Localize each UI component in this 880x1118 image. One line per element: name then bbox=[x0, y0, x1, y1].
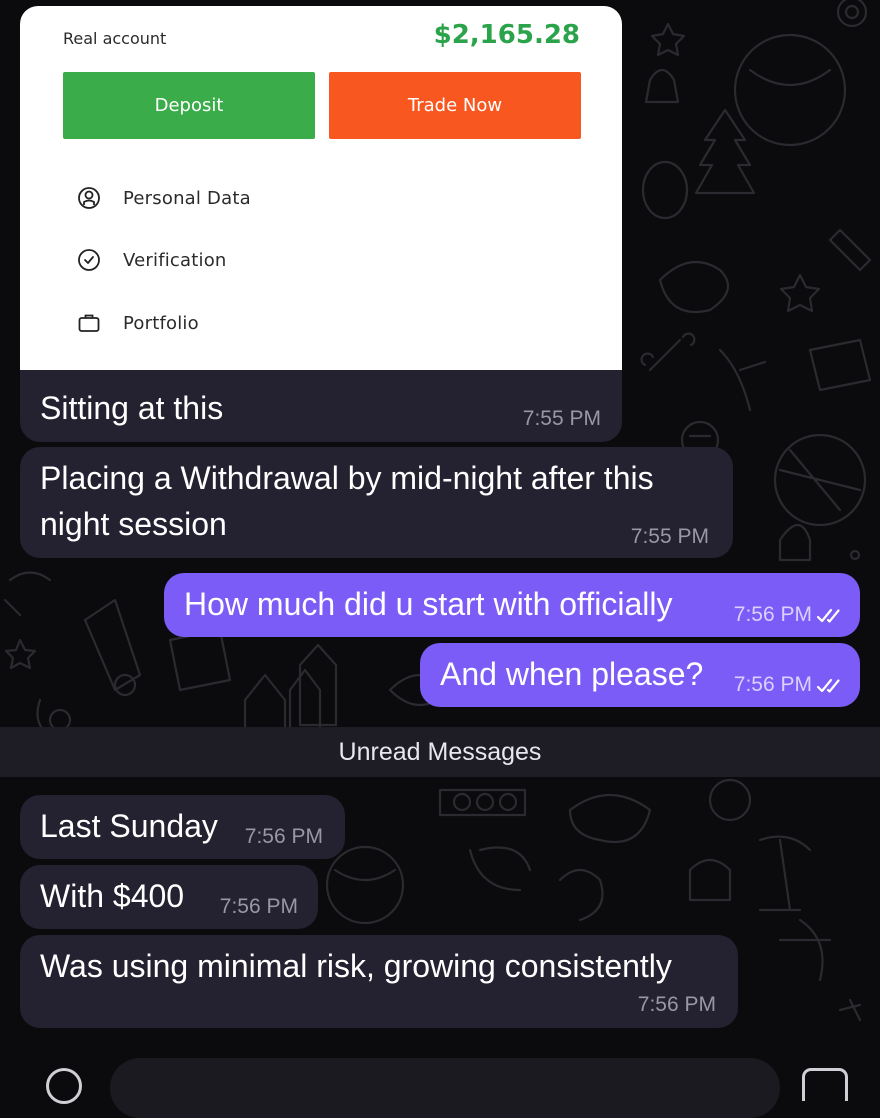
message-text: Sitting at this bbox=[40, 390, 224, 426]
menu-item-portfolio[interactable]: Portfolio bbox=[76, 308, 199, 338]
message-time: 7:56 PM bbox=[244, 825, 323, 848]
forwarded-screenshot[interactable]: Real account $2,165.28 Deposit Trade Now… bbox=[20, 6, 622, 370]
sticker-icon[interactable] bbox=[802, 1068, 848, 1101]
account-balance: $2,165.28 bbox=[433, 20, 580, 50]
message-time: 7:55 PM bbox=[522, 407, 601, 430]
attach-icon[interactable] bbox=[46, 1068, 82, 1104]
trade-now-button[interactable]: Trade Now bbox=[329, 72, 581, 139]
message-time: 7:55 PM bbox=[630, 525, 709, 548]
double-check-icon bbox=[816, 608, 840, 623]
deposit-button[interactable]: Deposit bbox=[63, 72, 315, 139]
menu-item-personal-data[interactable]: Personal Data bbox=[76, 183, 251, 213]
incoming-message[interactable]: With $400 7:56 PM bbox=[20, 865, 318, 929]
menu-item-label: Portfolio bbox=[123, 312, 199, 334]
menu-item-label: Verification bbox=[123, 249, 227, 271]
message-time: 7:56 PM bbox=[637, 993, 716, 1016]
message-input[interactable] bbox=[110, 1058, 780, 1118]
user-circle-icon bbox=[76, 185, 102, 211]
unread-messages-divider: Unread Messages bbox=[0, 727, 880, 777]
incoming-message[interactable]: Placing a Withdrawal by mid-night after … bbox=[20, 447, 733, 558]
menu-item-verification[interactable]: Verification bbox=[76, 245, 227, 275]
message-text: How much did u start with officially bbox=[184, 586, 673, 622]
message-time: 7:56 PM bbox=[733, 603, 812, 626]
outgoing-message[interactable]: How much did u start with officially 7:5… bbox=[164, 573, 860, 637]
incoming-message[interactable]: Was using minimal risk, growing consiste… bbox=[20, 935, 738, 1028]
message-time: 7:56 PM bbox=[733, 673, 812, 696]
menu-item-label: Personal Data bbox=[123, 187, 251, 209]
check-circle-icon bbox=[76, 247, 102, 273]
double-check-icon bbox=[816, 678, 840, 693]
incoming-message[interactable]: Last Sunday 7:56 PM bbox=[20, 795, 345, 859]
message-text: With $400 bbox=[40, 878, 185, 914]
account-type-label: Real account bbox=[63, 29, 167, 48]
message-text: Was using minimal risk, growing consiste… bbox=[40, 948, 672, 984]
message-text: Last Sunday bbox=[40, 808, 218, 844]
incoming-message[interactable]: Sitting at this 7:55 PM bbox=[20, 370, 622, 442]
briefcase-icon bbox=[76, 310, 102, 336]
outgoing-message[interactable]: And when please? 7:56 PM bbox=[420, 643, 860, 707]
message-time: 7:56 PM bbox=[219, 895, 298, 918]
unread-messages-label: Unread Messages bbox=[338, 737, 542, 766]
message-text-line: Placing a Withdrawal by mid-night after … bbox=[40, 460, 654, 496]
message-text-line: night session bbox=[40, 506, 227, 542]
message-text: And when please? bbox=[440, 656, 704, 692]
